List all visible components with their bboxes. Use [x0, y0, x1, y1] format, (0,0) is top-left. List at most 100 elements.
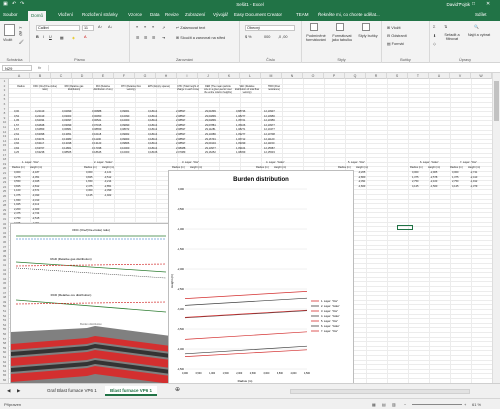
column-header[interactable]: J: [198, 73, 219, 79]
column-header[interactable]: O: [303, 73, 324, 79]
align-right-icon[interactable]: ☰: [152, 35, 155, 40]
row-header[interactable]: 66: [0, 378, 9, 382]
row-header[interactable]: 37: [0, 245, 9, 249]
close-icon[interactable]: ✕: [486, 1, 490, 7]
conditional-format-icon[interactable]: [310, 23, 318, 32]
page-layout-view-icon[interactable]: ▤: [382, 402, 386, 407]
tab-insert[interactable]: Vložení: [58, 12, 73, 17]
row-header[interactable]: 17: [0, 153, 9, 157]
row-header[interactable]: 25: [0, 189, 9, 193]
row-header[interactable]: 23: [0, 180, 9, 184]
row-header[interactable]: 2: [0, 84, 9, 88]
row-header[interactable]: 46: [0, 286, 9, 290]
burden-chart[interactable]: Burden distribution 0,000 -0,500 -1,000 -1,…: [168, 170, 354, 388]
row-header[interactable]: 36: [0, 240, 9, 244]
row-header[interactable]: 49: [0, 300, 9, 304]
save-icon[interactable]: ▣: [3, 1, 8, 7]
format-table-icon[interactable]: [336, 23, 344, 32]
merge-center-button[interactable]: ⊞ Sloučit a zarovnat na střed: [176, 35, 225, 40]
column-header[interactable]: F: [114, 73, 135, 79]
column-header[interactable]: A: [9, 73, 30, 79]
normal-view-icon[interactable]: ▦: [372, 402, 376, 407]
tab-view[interactable]: Zobrazení: [185, 12, 205, 17]
column-header[interactable]: Q: [345, 73, 366, 79]
horizontal-scrollbar[interactable]: [290, 389, 470, 394]
row-header[interactable]: 31: [0, 217, 9, 221]
row-header[interactable]: 56: [0, 332, 9, 336]
column-header[interactable]: U: [429, 73, 450, 79]
number-format-select[interactable]: Obecný: [245, 25, 295, 31]
row-header[interactable]: 60: [0, 350, 9, 354]
row-header[interactable]: 57: [0, 337, 9, 341]
format-cells-button[interactable]: ▤ Formát: [387, 41, 404, 46]
delete-cells-button[interactable]: ⊟ Odstranit: [387, 33, 407, 38]
row-header[interactable]: 34: [0, 231, 9, 235]
tab-easy-document-creator[interactable]: Easy Document Creator: [234, 12, 282, 17]
tab-formulas[interactable]: Vzorce: [128, 12, 142, 17]
tab-review[interactable]: Revize: [165, 12, 179, 17]
paste-button[interactable]: [4, 24, 15, 37]
row-header[interactable]: 44: [0, 277, 9, 281]
cut-icon[interactable]: ✂: [19, 25, 22, 30]
row-header[interactable]: 29: [0, 208, 9, 212]
column-header[interactable]: W: [471, 73, 492, 79]
row-header[interactable]: 32: [0, 222, 9, 226]
worksheet-grid[interactable]: ABCDEFGHIJKLMNOPQRSTUVW 1 2 3 4 5 6 7 8 9 10 11 12 1…: [0, 73, 492, 392]
scroll-thumb[interactable]: [494, 81, 499, 121]
row-header[interactable]: 20: [0, 166, 9, 170]
column-header[interactable]: P: [324, 73, 345, 79]
font-color-icon[interactable]: A: [84, 35, 87, 39]
underline-icon[interactable]: U: [49, 35, 52, 39]
row-header[interactable]: 39: [0, 254, 9, 258]
column-header[interactable]: L: [240, 73, 261, 79]
tab-data[interactable]: Data: [150, 12, 160, 17]
tab-file[interactable]: Soubor: [3, 12, 18, 17]
row-header[interactable]: 21: [0, 171, 9, 175]
wrap-text-button[interactable]: ↵ Zalamovat text: [176, 25, 205, 30]
sort-filter-icon[interactable]: ⇅: [444, 24, 447, 29]
selected-cell[interactable]: [397, 225, 413, 230]
zoom-in-icon[interactable]: +: [464, 402, 466, 407]
row-header[interactable]: 48: [0, 295, 9, 299]
grow-font-icon[interactable]: A↑: [98, 25, 102, 29]
thousands-icon[interactable]: 000: [264, 35, 270, 39]
tell-me-search[interactable]: Řekněte mi, co chcete udělat...: [318, 12, 380, 17]
formula-input[interactable]: [48, 65, 496, 71]
column-header[interactable]: D: [72, 73, 93, 79]
row-header[interactable]: 55: [0, 327, 9, 331]
insert-cells-button[interactable]: ⊞ Vložit: [387, 25, 401, 30]
row-header[interactable]: 30: [0, 212, 9, 216]
column-header[interactable]: C: [51, 73, 72, 79]
column-header[interactable]: M: [261, 73, 282, 79]
row-header[interactable]: 38: [0, 249, 9, 253]
shrink-font-icon[interactable]: A↓: [108, 25, 112, 29]
vertical-scrollbar[interactable]: [492, 73, 500, 392]
row-header[interactable]: 26: [0, 194, 9, 198]
name-box[interactable]: N29: [2, 65, 32, 71]
find-select-button[interactable]: Najít a vybrat: [466, 33, 492, 37]
row-header[interactable]: 52: [0, 314, 9, 318]
format-painter-icon[interactable]: 🖌: [19, 39, 24, 44]
maximize-icon[interactable]: □: [472, 1, 475, 7]
column-header[interactable]: B: [30, 73, 51, 79]
currency-icon[interactable]: $ %: [245, 35, 252, 39]
tab-developer[interactable]: Vývojář: [213, 12, 228, 17]
orientation-icon[interactable]: ↗: [162, 25, 165, 30]
row-header[interactable]: 1: [0, 79, 9, 83]
row-header[interactable]: 33: [0, 226, 9, 230]
find-select-icon[interactable]: 🔍: [474, 24, 479, 29]
align-left-icon[interactable]: ☰: [136, 35, 139, 40]
column-header[interactable]: G: [135, 73, 156, 79]
column-header[interactable]: V: [450, 73, 471, 79]
zoom-out-icon[interactable]: −: [404, 402, 406, 407]
copy-icon[interactable]: ⎘: [19, 32, 22, 36]
column-header[interactable]: R: [366, 73, 387, 79]
row-header[interactable]: 59: [0, 346, 9, 350]
row-header[interactable]: 10: [0, 120, 9, 124]
row-header[interactable]: 43: [0, 272, 9, 276]
row-header[interactable]: 65: [0, 373, 9, 377]
column-header[interactable]: E: [93, 73, 114, 79]
tab-team[interactable]: TEAM: [296, 12, 309, 17]
row-header[interactable]: 41: [0, 263, 9, 267]
row-header[interactable]: 40: [0, 258, 9, 262]
